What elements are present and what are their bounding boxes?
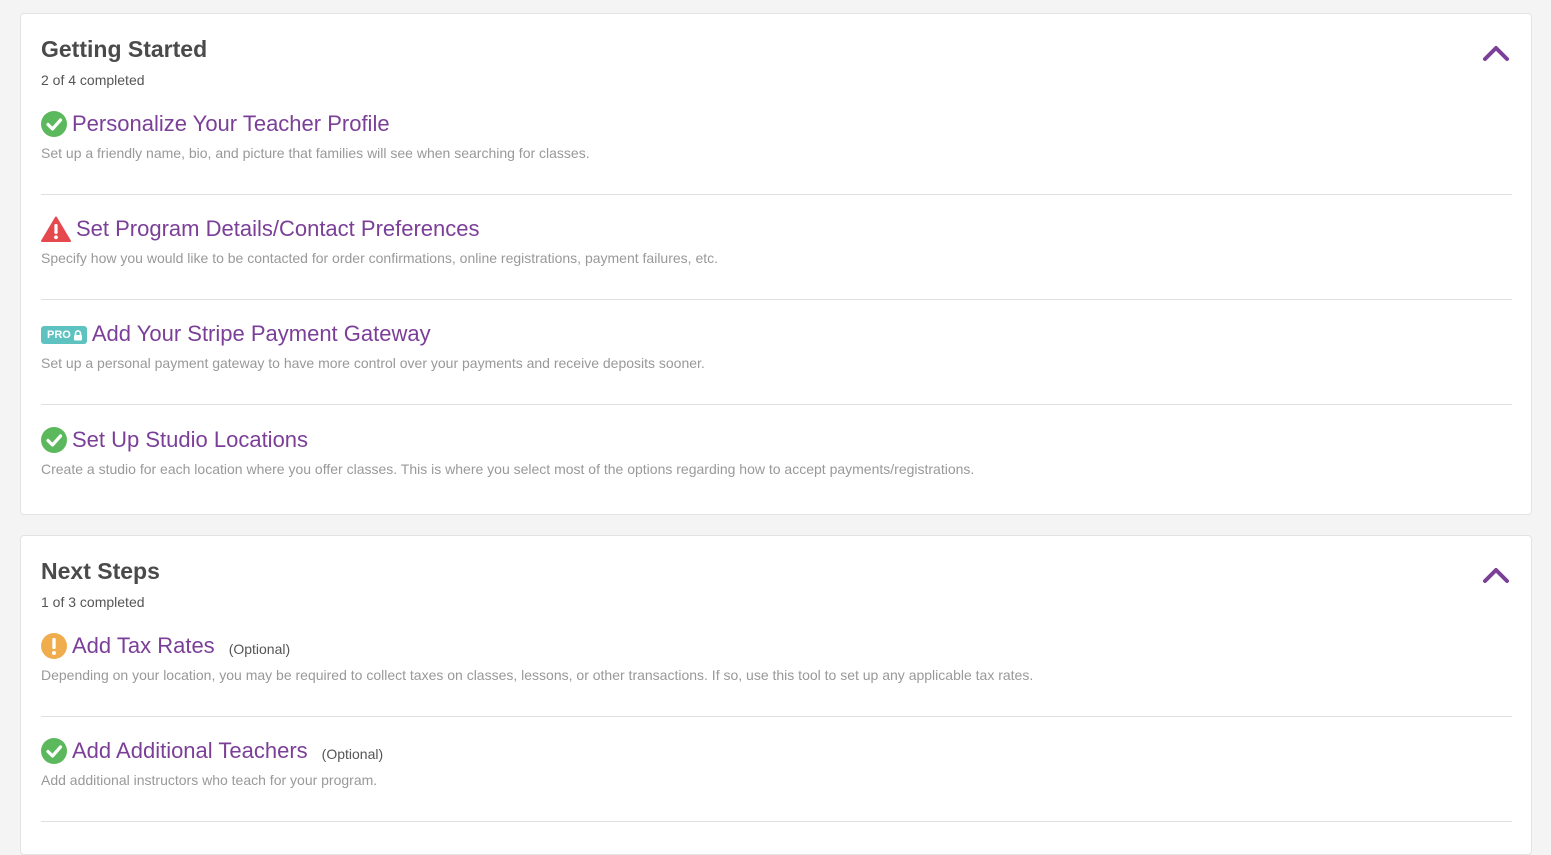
exclamation-circle-icon [41,633,67,659]
pro-badge-label: PRO [47,329,71,341]
divider [41,299,1512,300]
checklist-item-tax-rates: Add Tax Rates (Optional) Depending on yo… [41,631,1512,736]
section-title: Next Steps [41,558,160,584]
collapse-button[interactable] [1481,42,1511,64]
chevron-up-icon[interactable] [1481,42,1511,64]
checklist-item-additional-teachers: Add Additional Teachers (Optional) Add a… [41,736,1512,841]
check-circle-icon [41,738,67,764]
item-description: Specify how you would like to be contact… [41,250,719,266]
item-title-link[interactable]: Set Program Details/Contact Preferences [76,216,480,242]
divider [41,821,1512,822]
item-title-link[interactable]: Add Your Stripe Payment Gateway [92,321,431,347]
item-description: Add additional instructors who teach for… [41,772,378,788]
chevron-up-icon[interactable] [1481,564,1511,586]
item-description: Create a studio for each location where … [41,461,975,477]
item-description: Set up a personal payment gateway to hav… [41,355,705,371]
section-progress: 1 of 3 completed [41,594,145,610]
next-steps-card: Next Steps 1 of 3 completed Add Tax Rate… [20,535,1532,855]
section-progress: 2 of 4 completed [41,72,145,88]
check-circle-icon [41,111,67,137]
checklist-item-teacher-profile: Personalize Your Teacher Profile Set up … [41,109,1512,214]
collapse-button[interactable] [1481,564,1511,586]
divider [41,716,1512,717]
checklist-item-program-details: Set Program Details/Contact Preferences … [41,214,1512,319]
item-description: Set up a friendly name, bio, and picture… [41,145,590,161]
item-title-link[interactable]: Add Additional Teachers [72,738,308,764]
item-title-link[interactable]: Add Tax Rates [72,633,215,659]
divider [41,194,1512,195]
item-description: Depending on your location, you may be r… [41,667,1034,683]
item-title-link[interactable]: Set Up Studio Locations [72,427,308,453]
check-circle-icon [41,427,67,453]
warning-triangle-icon [41,216,71,242]
item-title-link[interactable]: Personalize Your Teacher Profile [72,111,390,137]
checklist-item-stripe-gateway: PRO Add Your Stripe Payment Gateway Set … [41,319,1512,424]
divider [41,404,1512,405]
section-title: Getting Started [41,36,208,62]
lock-icon [73,329,82,340]
getting-started-card: Getting Started 2 of 4 completed Persona… [20,13,1532,515]
optional-label: (Optional) [321,745,384,762]
pro-badge: PRO [41,326,87,344]
checklist-item-studio-locations: Set Up Studio Locations Create a studio … [41,425,1512,530]
optional-label: (Optional) [228,640,291,657]
